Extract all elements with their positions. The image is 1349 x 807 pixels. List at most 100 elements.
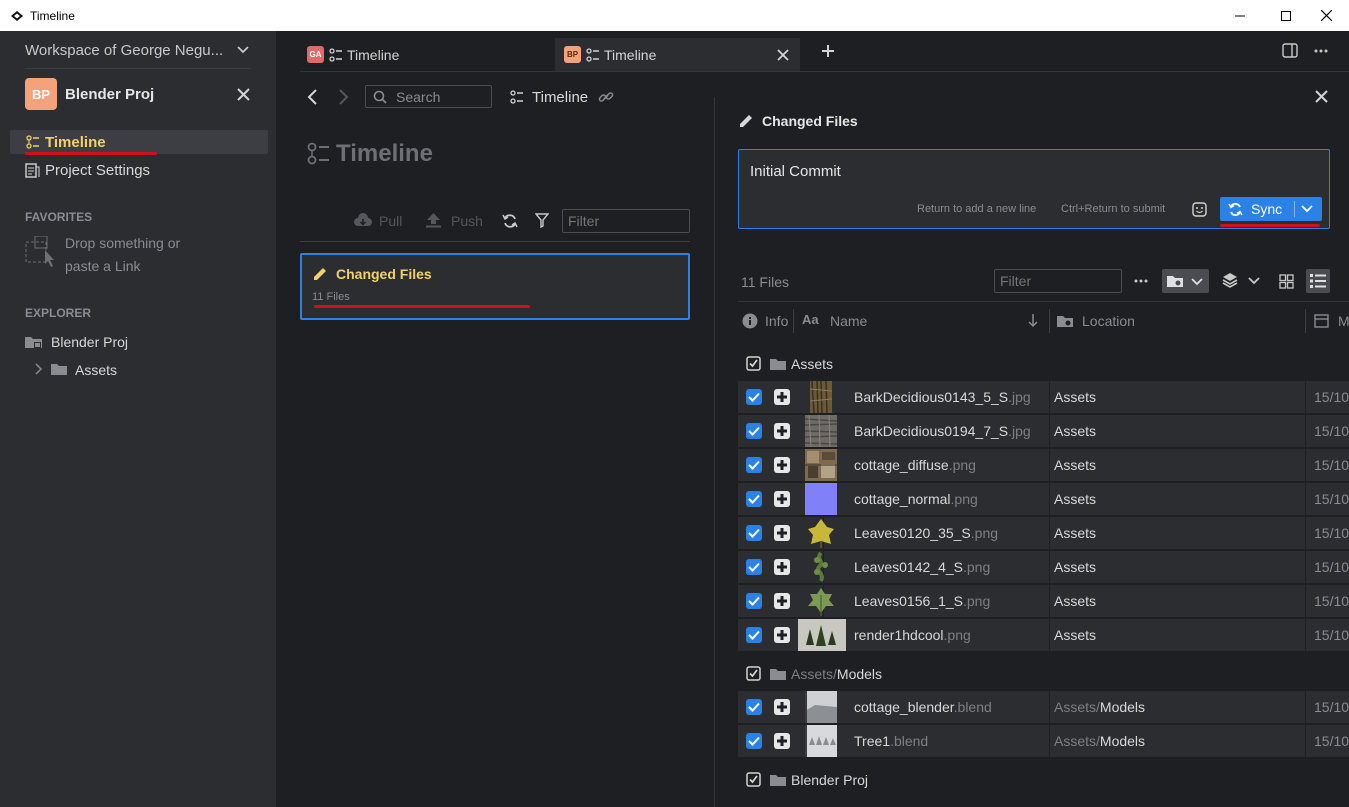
pencil-icon: [740, 115, 752, 127]
file-location: Assets/Models: [1054, 733, 1146, 749]
group-header[interactable]: Assets/Models: [746, 663, 882, 685]
table-row[interactable]: cottage_normal.png Assets 15/10: [738, 483, 1349, 515]
check-icon: [748, 596, 760, 606]
push-label: Push: [451, 213, 483, 229]
sync-button[interactable]: Sync: [1220, 197, 1322, 221]
new-tab-icon[interactable]: [821, 44, 835, 58]
added-status-badge: [774, 423, 790, 439]
add-icon: [777, 460, 787, 470]
col-date[interactable]: M: [1338, 313, 1349, 329]
file-checkbox[interactable]: [746, 733, 762, 749]
add-icon: [777, 494, 787, 504]
grid-view-icon[interactable]: [1279, 274, 1294, 289]
layout-toggle-icon[interactable]: [1282, 43, 1298, 58]
sidebar-item-project-settings[interactable]: Project Settings: [10, 158, 268, 182]
workspace-selector[interactable]: Workspace of George Negu...: [25, 42, 249, 59]
col-info[interactable]: Info: [765, 313, 788, 329]
list-view-button[interactable]: [1306, 269, 1330, 293]
file-thumbnail: [805, 483, 837, 515]
explorer-root-item[interactable]: Blender Proj: [25, 331, 265, 353]
calendar-icon: [1314, 314, 1329, 328]
upload-icon: [426, 213, 441, 228]
file-thumbnail: [805, 691, 837, 723]
table-row[interactable]: Tree1.blend Assets/Models 15/10: [738, 725, 1349, 757]
file-checkbox[interactable]: [746, 389, 762, 405]
file-date: 15/10: [1314, 699, 1349, 715]
refresh-icon[interactable]: [502, 213, 518, 229]
split-divider: [1294, 201, 1295, 217]
explorer-assets-item[interactable]: Assets: [33, 359, 253, 381]
tab-ga-timeline[interactable]: GA Timeline: [307, 38, 553, 71]
check-icon: [748, 630, 760, 640]
sidebar-item-timeline[interactable]: Timeline: [10, 130, 268, 154]
divider: [25, 68, 251, 69]
checkbox-checked-icon[interactable]: [746, 666, 762, 682]
group-header[interactable]: Blender Proj: [746, 769, 868, 791]
back-icon[interactable]: [307, 89, 317, 105]
table-row[interactable]: Leaves0142_4_S.png Assets 15/10: [738, 551, 1349, 583]
file-checkbox[interactable]: [746, 525, 762, 541]
stack-dropdown[interactable]: [1220, 271, 1262, 291]
search-input[interactable]: Search: [365, 85, 492, 108]
table-row[interactable]: BarkDecidious0143_5_S.jpg Assets 15/10: [738, 381, 1349, 413]
sort-down-icon[interactable]: [1028, 313, 1038, 328]
file-checkbox[interactable]: [746, 491, 762, 507]
tab-badge: GA: [307, 46, 324, 63]
col-sep: [1305, 725, 1306, 757]
table-row[interactable]: Leaves0156_1_S.png Assets 15/10: [738, 585, 1349, 617]
commit-message-text: Initial Commit: [750, 163, 841, 180]
explorer-root-label: Blender Proj: [51, 334, 129, 350]
table-row[interactable]: render1hdcool.png Assets 15/10: [738, 619, 1349, 651]
check-icon: [748, 702, 760, 712]
changed-files-card[interactable]: Changed Files 11 Files: [300, 253, 690, 320]
close-window-button[interactable]: [1303, 0, 1349, 31]
chevron-down-icon: [1248, 277, 1260, 285]
file-checkbox[interactable]: [746, 457, 762, 473]
more-options-icon[interactable]: [1314, 49, 1328, 53]
font-case-icon: Aa: [802, 312, 819, 327]
checkbox-checked-icon[interactable]: [746, 356, 762, 372]
table-row[interactable]: Leaves0120_35_S.png Assets 15/10: [738, 517, 1349, 549]
file-checkbox[interactable]: [746, 699, 762, 715]
hint-newline: Return to add a new line: [917, 203, 1037, 215]
table-row[interactable]: cottage_diffuse.png Assets 15/10: [738, 449, 1349, 481]
chevron-down-icon[interactable]: [1301, 205, 1313, 213]
group-header[interactable]: Assets: [746, 353, 833, 375]
chevron-right-icon[interactable]: [35, 363, 43, 375]
file-checkbox[interactable]: [746, 627, 762, 643]
favorites-drop-zone[interactable]: Drop something or paste a Link: [25, 231, 265, 281]
col-sep: [1305, 483, 1306, 515]
location-group-dropdown[interactable]: [1162, 269, 1209, 293]
more-options-icon[interactable]: [1134, 279, 1148, 283]
tab-bp-timeline[interactable]: BP Timeline: [555, 38, 800, 71]
timeline-icon: [329, 47, 342, 62]
file-checkbox[interactable]: [746, 593, 762, 609]
table-row[interactable]: BarkDecidious0194_7_S.jpg Assets 15/10: [738, 415, 1349, 447]
col-location[interactable]: Location: [1082, 313, 1135, 329]
file-thumbnail: [808, 519, 834, 548]
file-location: Assets: [1054, 457, 1097, 473]
file-checkbox[interactable]: [746, 423, 762, 439]
filter-funnel-icon[interactable]: [535, 213, 549, 228]
close-tab-icon[interactable]: [777, 49, 789, 61]
table-row[interactable]: cottage_blender.blend Assets/Models 15/10: [738, 691, 1349, 723]
pane-divider[interactable]: [714, 97, 715, 807]
file-checkbox[interactable]: [746, 559, 762, 575]
link-icon[interactable]: [598, 89, 614, 105]
close-panel-icon[interactable]: [1315, 90, 1328, 103]
checkbox-checked-icon[interactable]: [746, 772, 762, 788]
close-project-icon[interactable]: [237, 88, 250, 101]
timeline-filter-input[interactable]: [562, 209, 690, 233]
app-logo-icon: [11, 11, 23, 21]
file-extension: .jpg: [1008, 423, 1031, 439]
forward-icon[interactable]: [339, 89, 349, 105]
add-icon: [777, 426, 787, 436]
emoji-icon[interactable]: [1192, 202, 1207, 217]
commit-message-field[interactable]: Initial Commit Return to add a new line …: [738, 149, 1330, 229]
col-name[interactable]: Name: [830, 313, 867, 329]
minimize-button[interactable]: [1217, 0, 1263, 31]
file-name: Leaves0120_35_S.png: [854, 525, 999, 541]
files-filter-input[interactable]: [994, 269, 1122, 293]
added-status-badge: [774, 593, 790, 609]
pencil-icon: [314, 268, 326, 280]
